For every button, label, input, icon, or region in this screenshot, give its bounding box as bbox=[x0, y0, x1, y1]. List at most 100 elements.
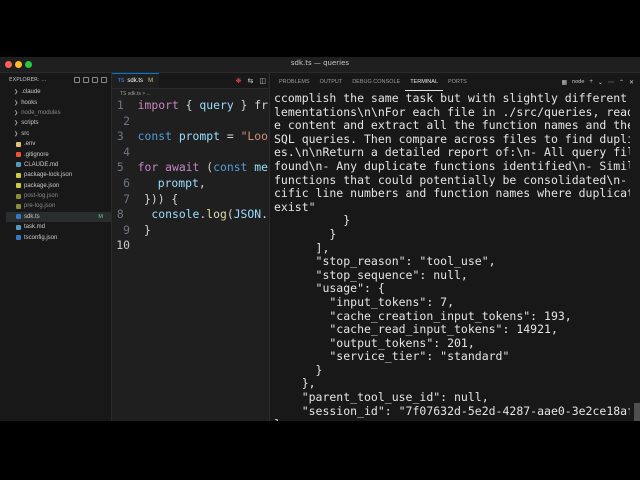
json-icon bbox=[16, 235, 21, 241]
terminal-line: lementations\n\nFor each file in ./src/q… bbox=[274, 104, 630, 119]
tree-item-pre-log[interactable]: pre-log.json bbox=[6, 201, 111, 211]
code-line: 8 console.log(JSON. bbox=[116, 207, 268, 222]
tree-item-task-md[interactable]: task.md bbox=[6, 222, 111, 232]
typescript-icon bbox=[16, 214, 21, 220]
tab-sdk-ts[interactable]: TS sdk.ts M bbox=[112, 73, 160, 88]
tab-terminal[interactable]: TERMINAL bbox=[405, 73, 443, 91]
terminal-line: } bbox=[274, 226, 337, 241]
tree-item-package-lock[interactable]: package-lock.json bbox=[6, 170, 111, 180]
tree-item-gitignore[interactable]: .gitignore bbox=[6, 149, 111, 159]
refresh-icon[interactable] bbox=[92, 77, 98, 83]
editor-group: TS sdk.ts M ❋ ⇆ ◫ TS sdk.ts > ... 1 impor… bbox=[112, 73, 268, 421]
code-line: 5 for await (const me bbox=[116, 160, 268, 175]
tree-item-claude[interactable]: ❯ .claude bbox=[6, 87, 111, 97]
terminal-line: "stop_sequence": null, bbox=[274, 267, 468, 282]
chevron-right-icon: ❯ bbox=[14, 89, 19, 96]
terminal-line: "usage": { bbox=[274, 281, 385, 296]
json-icon bbox=[16, 183, 21, 189]
typescript-icon: TS bbox=[118, 78, 125, 84]
file-tree: ❯ .claude ❯ hooks ❯ node_modules ❯ scripts ❯… bbox=[6, 87, 111, 243]
chevron-down-icon[interactable]: ⌄ bbox=[598, 79, 603, 86]
tree-item-hooks[interactable]: ❯ hooks bbox=[6, 97, 111, 107]
tab-ports[interactable]: PORTS bbox=[443, 73, 472, 91]
more-actions-icon[interactable]: ⋯ bbox=[608, 79, 614, 86]
json-icon bbox=[16, 193, 21, 199]
terminal-line: functions that could potentially be cons… bbox=[274, 172, 630, 187]
terminal-line: cific line numbers and function names wh… bbox=[274, 186, 630, 201]
tree-item-sdk-ts[interactable]: sdk.ts M bbox=[6, 211, 111, 223]
collapse-all-icon[interactable] bbox=[101, 77, 107, 83]
terminal-line: exist" bbox=[274, 199, 316, 214]
split-editor-icon[interactable]: ◫ bbox=[259, 77, 266, 85]
gear-icon bbox=[16, 141, 21, 147]
json-icon bbox=[16, 172, 21, 178]
terminal-line: "session_id": "7f07632d-5e2d-4287-aae0-3… bbox=[274, 403, 630, 418]
editor-tab-bar: TS sdk.ts M ❋ ⇆ ◫ bbox=[112, 73, 268, 89]
vscode-window: sdk.ts — queries EXPLORER: ... ❯ .claude … bbox=[0, 57, 640, 421]
code-line: 4 bbox=[123, 144, 130, 159]
chevron-right-icon: ❯ bbox=[14, 109, 19, 116]
chevron-right-icon: ❯ bbox=[14, 120, 19, 127]
tree-item-node-modules[interactable]: ❯ node_modules bbox=[6, 108, 111, 118]
explorer-header: EXPLORER: ... bbox=[6, 73, 111, 87]
panel-tab-bar: PROBLEMS OUTPUT DEBUG CONSOLE TERMINAL P… bbox=[270, 73, 640, 91]
terminal-line: "service_tier": "standard" bbox=[274, 349, 510, 364]
code-line: 3 const prompt = "Loo bbox=[116, 129, 268, 144]
code-line: 6 prompt, bbox=[123, 175, 206, 190]
tree-item-package-json[interactable]: package.json bbox=[6, 181, 111, 191]
tree-item-env[interactable]: .env bbox=[6, 139, 111, 149]
compare-icon[interactable]: ⇆ bbox=[248, 77, 254, 85]
terminal-name[interactable]: node bbox=[572, 79, 584, 85]
terminal-line: "stop_reason": "tool_use", bbox=[274, 254, 496, 269]
explorer-title: EXPLORER: ... bbox=[9, 77, 47, 83]
window-title: sdk.ts — queries bbox=[290, 59, 350, 67]
git-icon bbox=[16, 152, 21, 158]
terminal-output[interactable]: ccomplish the same task but with slightl… bbox=[274, 92, 630, 421]
code-line: 1 import { query } fr bbox=[116, 98, 268, 112]
terminal-line: } bbox=[274, 362, 323, 377]
new-file-icon[interactable] bbox=[74, 77, 80, 83]
terminal-scrollbar[interactable] bbox=[634, 403, 640, 421]
terminal-line: e content and extract all the function n… bbox=[274, 118, 630, 133]
tree-item-src[interactable]: ❯ src bbox=[6, 129, 111, 139]
tab-debug-console[interactable]: DEBUG CONSOLE bbox=[347, 73, 405, 91]
terminal-line: }, bbox=[274, 376, 316, 391]
terminal-line: found\n- Any duplicate functions identif… bbox=[274, 158, 630, 173]
terminal-line: es.\n\nReturn a detailed report of:\n- A… bbox=[274, 145, 630, 160]
code-area[interactable]: 1 import { query } fr 2 3 const prompt = "… bbox=[112, 98, 268, 254]
breadcrumb[interactable]: TS sdk.ts > ... bbox=[112, 89, 268, 98]
terminal-line: } bbox=[274, 213, 351, 228]
tree-item-tsconfig[interactable]: tsconfig.json bbox=[6, 232, 111, 242]
tree-item-claude-md[interactable]: CLAUDE.md bbox=[6, 160, 111, 170]
maximize-panel-icon[interactable]: ⌃ bbox=[619, 79, 624, 86]
terminal-line: "output_tokens": 201, bbox=[274, 335, 475, 350]
tree-item-scripts[interactable]: ❯ scripts bbox=[6, 118, 111, 128]
add-terminal-icon[interactable]: + bbox=[589, 79, 593, 85]
close-panel-icon[interactable]: ✕ bbox=[629, 79, 634, 86]
tab-problems[interactable]: PROBLEMS bbox=[274, 73, 315, 91]
terminal-line: ], bbox=[274, 240, 330, 255]
modified-badge: M bbox=[98, 213, 103, 220]
markdown-icon bbox=[16, 224, 21, 230]
chevron-right-icon: ❯ bbox=[14, 99, 19, 106]
chevron-right-icon: ❯ bbox=[14, 130, 19, 137]
bottom-panel: PROBLEMS OUTPUT DEBUG CONSOLE TERMINAL P… bbox=[269, 73, 640, 421]
tab-label: sdk.ts bbox=[127, 78, 144, 84]
title-bar: sdk.ts — queries bbox=[0, 57, 640, 73]
terminal-line: "input_tokens": 7, bbox=[274, 294, 455, 309]
code-line-current: 10 bbox=[116, 238, 130, 253]
terminal-icon: ▦ bbox=[561, 79, 568, 86]
code-line: 7})) { bbox=[123, 191, 179, 206]
tab-output[interactable]: OUTPUT bbox=[315, 73, 348, 91]
modified-badge: M bbox=[148, 78, 154, 84]
terminal-line: SQL queries. Then compare across files t… bbox=[274, 131, 630, 146]
tree-item-post-log[interactable]: post-log.json bbox=[6, 191, 111, 201]
json-icon bbox=[16, 203, 21, 209]
new-folder-icon[interactable] bbox=[83, 77, 89, 83]
markdown-icon bbox=[16, 162, 21, 168]
terminal-line: "parent_tool_use_id": null, bbox=[274, 390, 489, 405]
terminal-line: ccomplish the same task but with slightl… bbox=[274, 92, 630, 105]
code-line: 9} bbox=[123, 222, 151, 237]
terminal-line: } bbox=[274, 418, 630, 421]
debug-icon[interactable]: ❋ bbox=[236, 77, 242, 85]
